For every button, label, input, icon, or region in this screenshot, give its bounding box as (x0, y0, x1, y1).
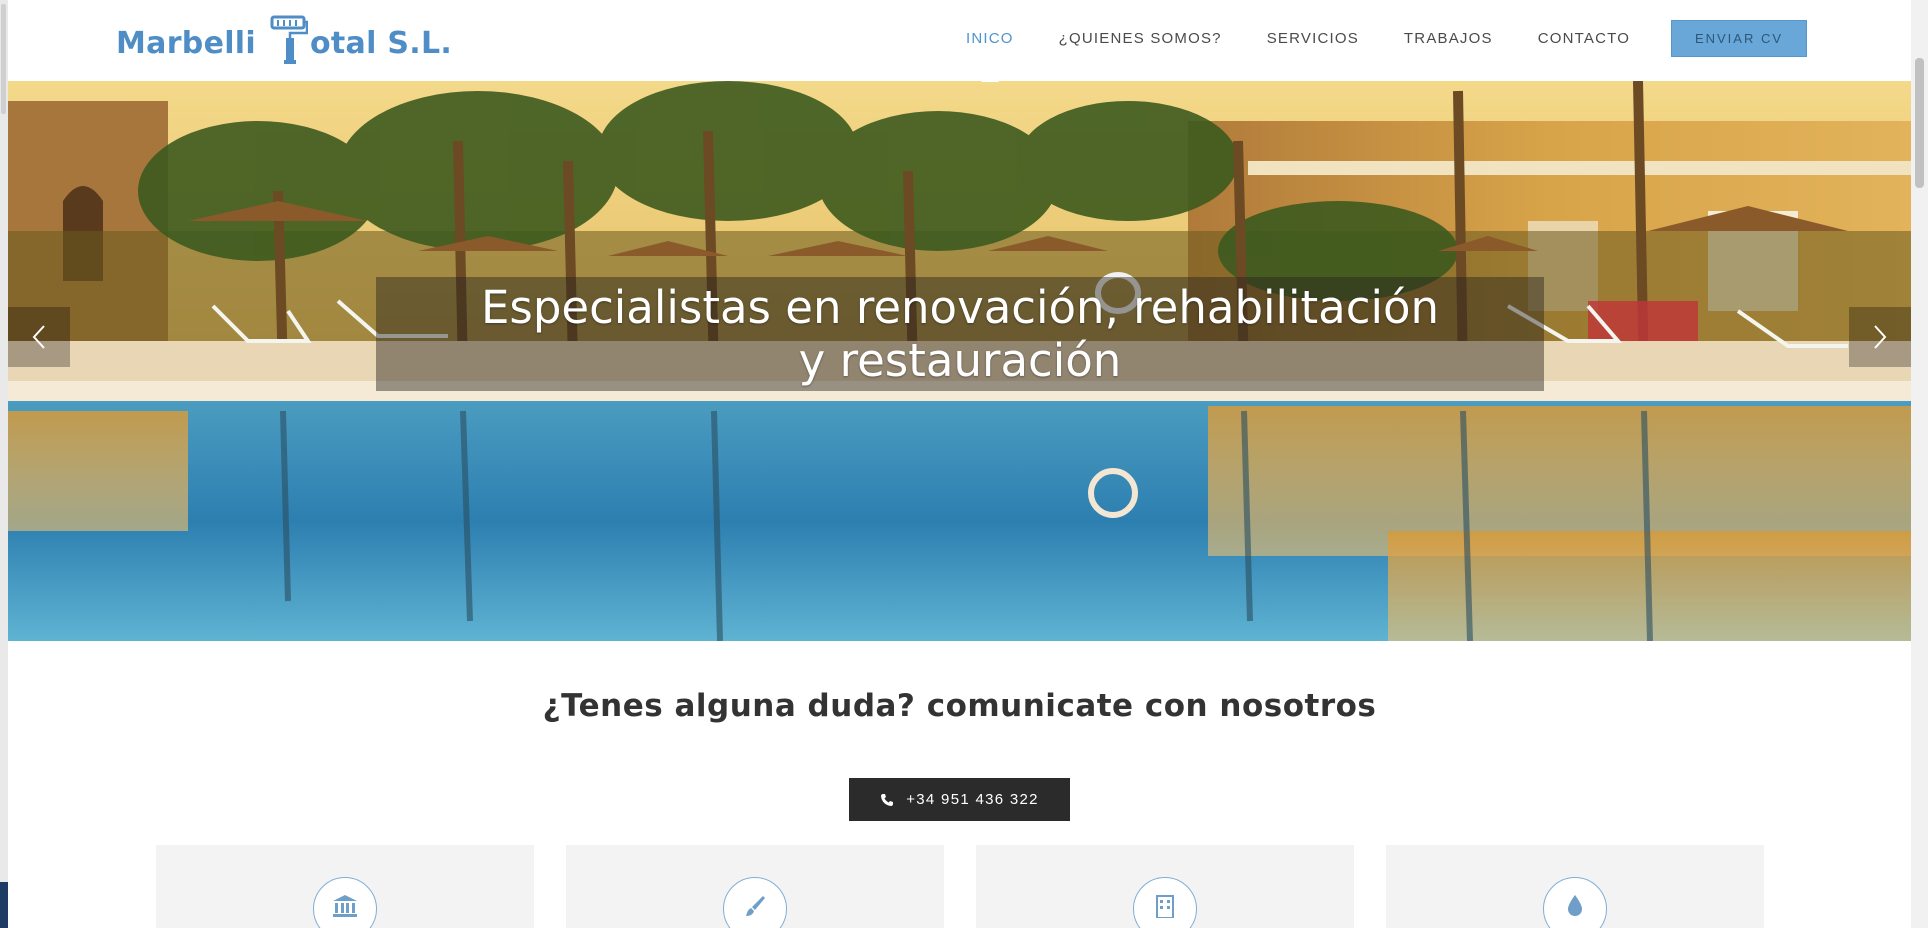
site-logo[interactable]: Marbelli otal S.L. (116, 14, 452, 66)
building-columns-icon (333, 895, 357, 917)
phone-icon (881, 793, 894, 806)
active-nav-caret (980, 73, 999, 82)
chevron-left-icon (32, 325, 45, 349)
nav-item-servicios[interactable]: SERVICIOS (1267, 0, 1359, 81)
nav-item-label: TRABAJOS (1403, 30, 1493, 47)
site-header: Marbelli otal S.L. INICO ¿QUIENES SOMOS?… (8, 0, 1911, 82)
office-building-icon (1156, 895, 1174, 918)
service-card[interactable] (976, 845, 1354, 928)
service-icon-circle (1133, 877, 1197, 928)
nav-item-quienes-somos[interactable]: ¿QUIENES SOMOS? (1059, 0, 1222, 81)
hero-slider: Especialistas en renovación, rehabilitac… (8, 81, 1911, 641)
slider-prev-button[interactable] (8, 307, 70, 367)
left-window-edge (0, 0, 8, 928)
contact-heading: ¿Tenes alguna duda? comunicate con nosot… (542, 688, 1377, 724)
chevron-right-icon (1874, 325, 1887, 349)
service-card[interactable] (1386, 845, 1764, 928)
left-scrollbar-thumb (1, 4, 6, 114)
send-cv-button[interactable]: ENVIAR CV (1671, 20, 1807, 57)
nav-item-contacto[interactable]: CONTACTO (1538, 0, 1630, 81)
logo-text-total: otal S.L. (309, 26, 453, 61)
hero-caption-box: Especialistas en renovación, rehabilitac… (376, 277, 1544, 391)
scrollbar-thumb[interactable] (1915, 58, 1924, 188)
paint-roller-T-icon (270, 14, 309, 66)
taskbar-corner (0, 882, 8, 928)
hero-caption: Especialistas en renovación, rehabilitac… (480, 281, 1440, 387)
nav-item-label: CONTACTO (1537, 30, 1631, 47)
slider-next-button[interactable] (1849, 307, 1911, 367)
page: Marbelli otal S.L. INICO ¿QUIENES SOMOS?… (0, 0, 1928, 928)
nav-item-trabajos[interactable]: TRABAJOS (1404, 0, 1493, 81)
nav-item-inicio[interactable]: INICO (966, 0, 1014, 82)
nav-item-label: INICO (966, 30, 1014, 47)
paint-brush-icon (746, 896, 765, 916)
water-drop-icon (1568, 895, 1582, 916)
service-icon-circle (723, 877, 787, 928)
service-card[interactable] (156, 845, 534, 928)
service-icon-circle (1543, 877, 1607, 928)
services-cards (156, 845, 1766, 928)
nav-item-label: SERVICIOS (1266, 30, 1359, 47)
phone-call-button[interactable]: +34 951 436 322 (849, 778, 1070, 821)
logo-text-marbelli: Marbelli (116, 26, 256, 61)
service-icon-circle (313, 877, 377, 928)
vertical-scrollbar[interactable] (1911, 0, 1928, 928)
service-card[interactable] (566, 845, 944, 928)
phone-number: +34 951 436 322 (906, 791, 1039, 808)
main-nav: INICO ¿QUIENES SOMOS? SERVICIOS TRABAJOS… (966, 0, 1675, 82)
nav-item-label: ¿QUIENES SOMOS? (1058, 30, 1222, 47)
